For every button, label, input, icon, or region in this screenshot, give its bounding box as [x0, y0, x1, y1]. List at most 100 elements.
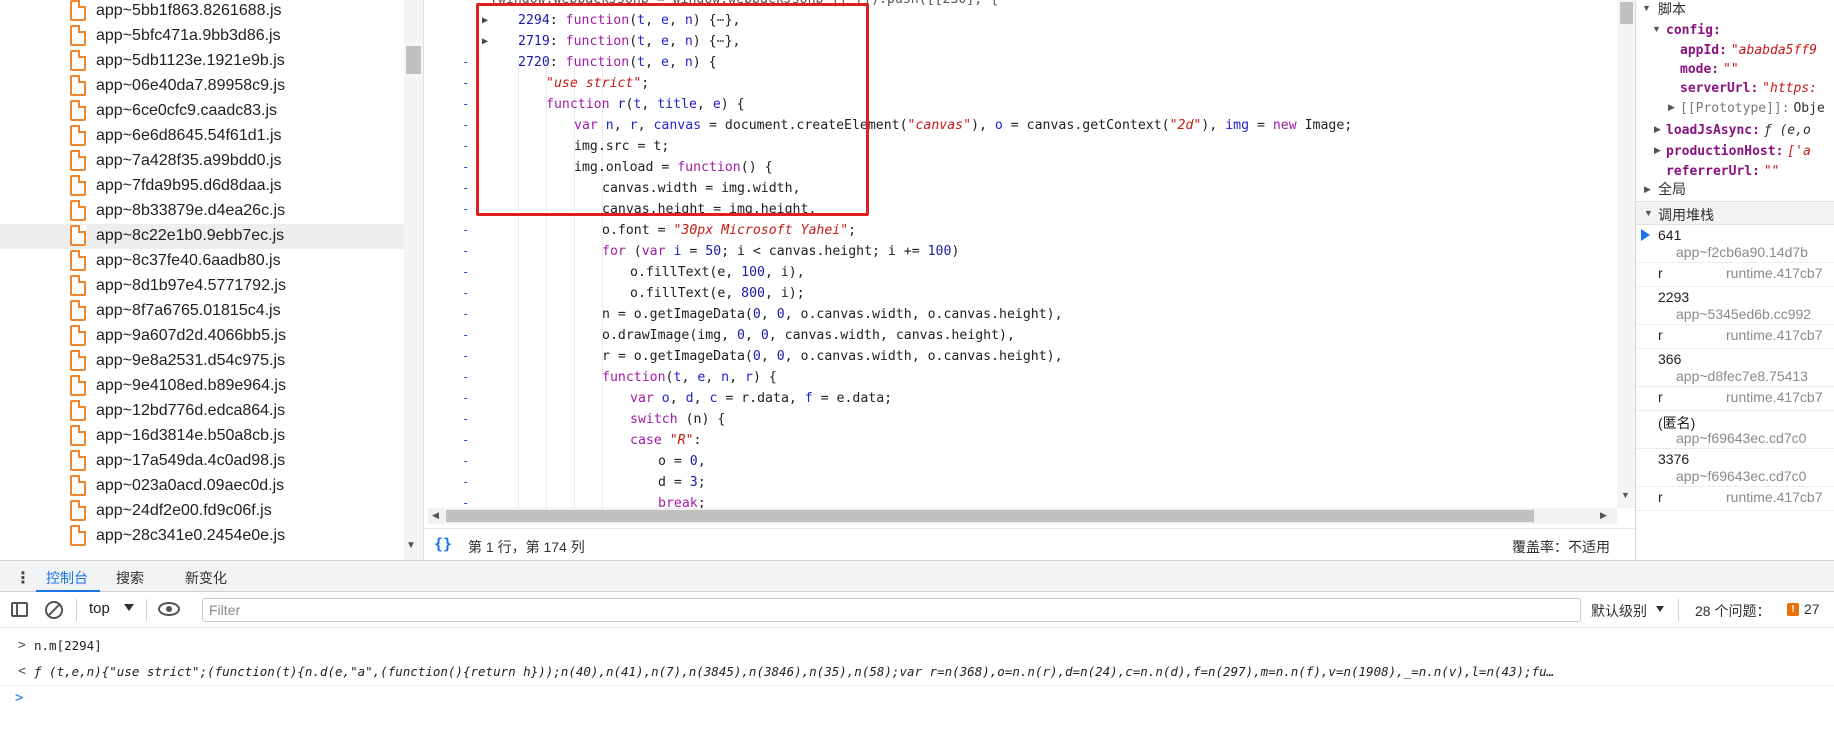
tab-console[interactable]: 控制台: [46, 568, 88, 588]
log-level-select[interactable]: 默认级别: [1591, 601, 1647, 621]
file-tree-item[interactable]: app~8c22e1b0.9ebb7ec.js: [0, 224, 404, 249]
file-tree-item[interactable]: app~5bb1f863.8261688.js: [0, 0, 404, 24]
console-filter-input[interactable]: [202, 598, 1581, 622]
file-tree-item[interactable]: app~9e4108ed.b89e964.js: [0, 374, 404, 399]
code-line[interactable]: - function(t, e, n, r) {: [424, 367, 1614, 388]
file-tree-item[interactable]: app~06e40da7.89958c9.js: [0, 74, 404, 99]
scope-entry-productionhost[interactable]: productionHost: ['a: [1666, 141, 1811, 161]
console-result-text[interactable]: ƒ (t,e,n){"use strict";(function(t){n.d(…: [34, 664, 1554, 679]
console-input-entry[interactable]: > n.m[2294]: [0, 638, 1834, 658]
more-options-icon[interactable]: ⋮: [15, 568, 31, 588]
file-tree-item[interactable]: app~7a428f35.a99bdd0.js: [0, 149, 404, 174]
file-tree-item[interactable]: app~6ce0cfc9.caadc83.js: [0, 99, 404, 124]
code-line[interactable]: - r = o.getImageData(0, 0, o.canvas.width…: [424, 346, 1614, 367]
tab-search[interactable]: 搜索: [116, 568, 144, 588]
file-tree-item[interactable]: app~8d1b97e4.5771792.js: [0, 274, 404, 299]
frame-location[interactable]: app~f69643ec.cd7c0: [1676, 468, 1806, 484]
code-line[interactable]: - case "R":: [424, 430, 1614, 451]
console-prompt-line[interactable]: >: [0, 690, 1834, 712]
file-tree-item[interactable]: app~9e8a2531.d54c975.js: [0, 349, 404, 374]
tab-whats-new[interactable]: 新变化: [185, 568, 227, 588]
expand-triangle-icon[interactable]: ▼: [1642, 3, 1651, 13]
editor-vertical-scroll-thumb[interactable]: [1620, 2, 1633, 24]
console-result-entry[interactable]: < ƒ (t,e,n){"use strict";(function(t){n.…: [0, 664, 1834, 686]
scope-key-config[interactable]: config:: [1666, 21, 1721, 40]
call-stack-frame[interactable]: r runtime.417cb7: [1636, 325, 1834, 349]
code-line[interactable]: - n = o.getImageData(0, 0, o.canvas.width…: [424, 304, 1614, 325]
call-stack-frame[interactable]: 366 app~d8fec7e8.75413: [1636, 349, 1834, 387]
scope-entry-mode[interactable]: mode: "": [1680, 59, 1739, 79]
frame-location[interactable]: runtime.417cb7: [1726, 327, 1823, 343]
scope-script-label[interactable]: 脚本: [1658, 0, 1686, 19]
file-tree-item[interactable]: app~12bd776d.edca864.js: [0, 399, 404, 424]
code-line[interactable]: - for (var i = 50; i < canvas.height; i +…: [424, 241, 1614, 262]
frame-location[interactable]: runtime.417cb7: [1726, 489, 1823, 505]
issues-count-label[interactable]: 28 个问题：: [1695, 601, 1770, 621]
scroll-left-arrow-icon[interactable]: ◀: [432, 510, 439, 521]
call-stack-frame[interactable]: r runtime.417cb7: [1636, 487, 1834, 511]
scroll-down-arrow-icon[interactable]: ▼: [1621, 490, 1630, 500]
file-tree-item[interactable]: app~16d3814e.b50a8cb.js: [0, 424, 404, 449]
issues-badge-count[interactable]: 27: [1804, 601, 1820, 617]
expand-triangle-icon[interactable]: ▶: [1644, 184, 1651, 195]
code-line[interactable]: - switch (n) {: [424, 409, 1614, 430]
file-tree-item[interactable]: app~5bfc471a.9bb3d86.js: [0, 24, 404, 49]
editor-horizontal-scroll-thumb[interactable]: [446, 510, 1534, 522]
file-tree-item[interactable]: app~5db1123e.1921e9b.js: [0, 49, 404, 74]
code-line[interactable]: - o = 0,: [424, 451, 1614, 472]
file-tree-item[interactable]: app~9a607d2d.4066bb5.js: [0, 324, 404, 349]
file-tree-scrollbar[interactable]: [404, 0, 423, 560]
file-tree-scroll-thumb[interactable]: [406, 46, 421, 74]
frame-location[interactable]: app~f2cb6a90.14d7b: [1676, 244, 1808, 260]
show-console-sidebar-icon[interactable]: [11, 602, 28, 617]
file-tree-item[interactable]: app~24df2e00.fd9c06f.js: [0, 499, 404, 524]
scope-entry-appid[interactable]: appId: "ababda5ff9: [1680, 40, 1817, 60]
scope-entry-prototype[interactable]: [[Prototype]]: Obje: [1680, 98, 1825, 118]
code-line[interactable]: - var o, d, c = r.data, f = e.data;: [424, 388, 1614, 409]
live-expression-eye-icon[interactable]: [158, 602, 180, 616]
scope-entry-referrerurl[interactable]: referrerUrl: "": [1666, 161, 1779, 181]
pretty-print-icon[interactable]: {}: [434, 535, 452, 553]
console-output[interactable]: > n.m[2294] < ƒ (t,e,n){"use strict";(fu…: [0, 628, 1834, 751]
javascript-context-select[interactable]: top: [89, 600, 110, 617]
file-tree-item[interactable]: app~8f7a6765.01815c4.js: [0, 299, 404, 324]
scope-entry-serverurl[interactable]: serverUrl: "https:: [1680, 78, 1817, 98]
file-tree-item[interactable]: app~8c37fe40.6aadb80.js: [0, 249, 404, 274]
file-tree-item[interactable]: app~8b33879e.d4ea26c.js: [0, 199, 404, 224]
file-tree-item[interactable]: app~7fda9b95.d6d8daa.js: [0, 174, 404, 199]
expand-triangle-icon[interactable]: ▼: [1644, 208, 1653, 218]
call-stack-frame[interactable]: 3376 app~f69643ec.cd7c0: [1636, 449, 1834, 487]
frame-location[interactable]: app~d8fec7e8.75413: [1676, 368, 1808, 384]
expand-triangle-icon[interactable]: ▶: [1668, 102, 1675, 113]
code-line[interactable]: - o.fillText(e, 800, i);: [424, 283, 1614, 304]
code-line[interactable]: - d = 3;: [424, 472, 1614, 493]
code-line[interactable]: - o.drawImage(img, 0, 0, canvas.width, ca…: [424, 325, 1614, 346]
call-stack-frame[interactable]: r runtime.417cb7: [1636, 387, 1834, 411]
code-line[interactable]: - o.fillText(e, 100, i),: [424, 262, 1614, 283]
expand-triangle-icon[interactable]: ▶: [1654, 124, 1661, 135]
call-stack-frame[interactable]: (匿名) app~f69643ec.cd7c0: [1636, 411, 1834, 449]
frame-location[interactable]: runtime.417cb7: [1726, 265, 1823, 281]
call-stack-frame[interactable]: r runtime.417cb7: [1636, 263, 1834, 287]
file-tree-item[interactable]: app~6e6d8645.54f61d1.js: [0, 124, 404, 149]
frame-location[interactable]: runtime.417cb7: [1726, 389, 1823, 405]
expand-triangle-icon[interactable]: ▼: [1652, 24, 1661, 34]
chevron-down-icon[interactable]: [1656, 606, 1664, 612]
file-tree-item[interactable]: app~28c341e0.2454e0e.js: [0, 524, 404, 549]
call-stack-frame[interactable]: 2293 app~5345ed6b.cc992: [1636, 287, 1834, 325]
scope-global-label[interactable]: 全局: [1658, 180, 1686, 199]
scroll-down-arrow-icon[interactable]: ▼: [406, 540, 416, 551]
expand-triangle-icon[interactable]: ▶: [1654, 145, 1661, 156]
clear-console-icon[interactable]: [45, 601, 63, 619]
scroll-right-arrow-icon[interactable]: ▶: [1600, 510, 1607, 521]
editor-vertical-scrollbar[interactable]: [1617, 0, 1635, 508]
call-stack-frame[interactable]: 641 app~f2cb6a90.14d7b: [1636, 225, 1834, 263]
file-tree-item[interactable]: app~023a0acd.09aec0d.js: [0, 474, 404, 499]
source-editor[interactable]: -(window.webpackJsonp = window.webpackJs…: [423, 0, 1635, 560]
chevron-down-icon[interactable]: [124, 604, 134, 611]
scope-entry-loadjsasync[interactable]: loadJsAsync: ƒ (e,o: [1666, 120, 1811, 140]
code-line[interactable]: - o.font = "30px Microsoft Yahei";: [424, 220, 1614, 241]
call-stack-header[interactable]: ▼ 调用堆栈: [1636, 201, 1834, 225]
frame-location[interactable]: app~5345ed6b.cc992: [1676, 306, 1811, 322]
frame-location[interactable]: app~f69643ec.cd7c0: [1676, 430, 1806, 446]
